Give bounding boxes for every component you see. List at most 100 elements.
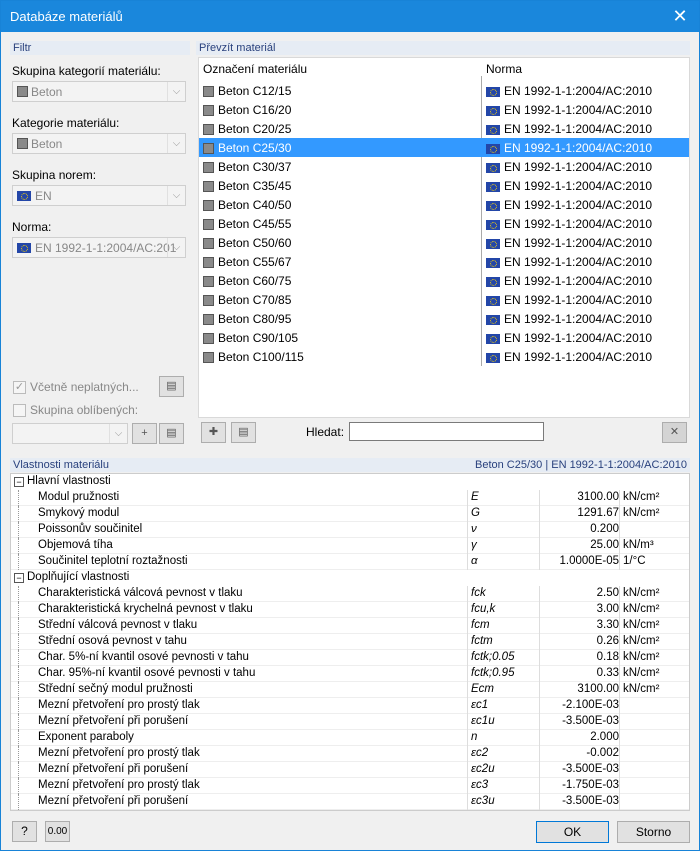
cell-divider <box>467 666 468 682</box>
property-row[interactable]: Mezní přetvoření pro prostý tlak εc3 -1.75… <box>11 778 689 794</box>
material-row[interactable]: Beton C16/20 EN 1992-1-1:2004/AC:2010 <box>199 100 689 119</box>
material-row[interactable]: Beton C20/25 EN 1992-1-1:2004/AC:2010 <box>199 119 689 138</box>
material-norm-text: EN 1992-1-1:2004/AC:2010 <box>504 141 653 155</box>
property-row[interactable]: Objemová tíha γ 25.00 kN/m³ <box>11 538 689 554</box>
material-row[interactable]: Beton C55/67 EN 1992-1-1:2004/AC:2010 <box>199 252 689 271</box>
property-row[interactable]: Mezní přetvoření pro prostý tlak εc2 -0.00… <box>11 746 689 762</box>
property-row[interactable]: Charakteristická válcová pevnost v tlaku… <box>11 586 689 602</box>
color-swatch-icon <box>203 314 214 326</box>
collapse-icon[interactable]: − <box>14 573 24 583</box>
property-section[interactable]: − Doplňující vlastnosti <box>11 570 689 586</box>
material-row[interactable]: Beton C30/37 EN 1992-1-1:2004/AC:2010 <box>199 157 689 176</box>
property-value: 1.0000E-05 <box>559 555 619 567</box>
material-norm: EN 1992-1-1:2004/AC:2010 <box>486 331 652 345</box>
tree-line <box>18 618 19 634</box>
material-row[interactable]: Beton C100/115 EN 1992-1-1:2004/AC:2010 <box>199 347 689 366</box>
property-symbol: α <box>471 555 478 567</box>
property-row[interactable]: Mezní přetvoření při porušení εc1u -3.500E… <box>11 714 689 730</box>
property-name: Exponent paraboly <box>38 731 134 743</box>
search-input[interactable] <box>349 422 544 441</box>
color-swatch-icon <box>203 105 214 117</box>
cell-divider <box>467 506 468 522</box>
property-name: Mezní přetvoření pro prostý tlak <box>38 699 200 711</box>
col-header-name[interactable]: Označení materiálu <box>203 62 307 76</box>
property-unit: kN/cm² <box>623 587 660 599</box>
favorites-checkbox[interactable] <box>13 404 26 417</box>
material-name: Beton C50/60 <box>203 236 291 250</box>
new-favorite-button[interactable]: + <box>132 423 157 444</box>
material-name-text: Beton C55/67 <box>218 255 292 269</box>
material-row[interactable]: Beton C50/60 EN 1992-1-1:2004/AC:2010 <box>199 233 689 252</box>
property-row[interactable]: Střední sečný modul pružnosti Ecm 3100.00 k… <box>11 682 689 698</box>
property-row[interactable]: Mezní přetvoření při porušení εc3u -3.500E… <box>11 794 689 810</box>
material-row[interactable]: Beton C90/105 EN 1992-1-1:2004/AC:2010 <box>199 328 689 347</box>
property-row[interactable]: Střední válcová pevnost v tlaku fcm 3.30 kN… <box>11 618 689 634</box>
property-row[interactable]: Poissonův součinitel ν 0.200 <box>11 522 689 538</box>
property-row[interactable]: Mezní přetvoření pro prostý tlak εc1 -2.10… <box>11 698 689 714</box>
material-row[interactable]: Beton C60/75 EN 1992-1-1:2004/AC:2010 <box>199 271 689 290</box>
tree-line <box>18 522 19 538</box>
eu-flag-icon <box>486 295 500 306</box>
property-row[interactable]: Char. 5%-ní kvantil osové pevnosti v tah… <box>11 650 689 666</box>
chevron-down-icon: ⌵ <box>167 238 185 257</box>
property-name: Mezní přetvoření pro prostý tlak <box>38 747 200 759</box>
collapse-icon[interactable]: − <box>14 477 24 487</box>
cell-divider <box>619 586 620 602</box>
color-swatch-icon <box>203 200 214 212</box>
material-row[interactable]: Beton C70/85 EN 1992-1-1:2004/AC:2010 <box>199 290 689 309</box>
material-row[interactable]: Beton C40/50 EN 1992-1-1:2004/AC:2010 <box>199 195 689 214</box>
material-name-text: Beton C70/85 <box>218 293 292 307</box>
material-category-select[interactable]: Beton ⌵ <box>12 133 186 154</box>
cell-divider <box>539 586 540 602</box>
edit-favorite-button[interactable]: ▤ <box>159 423 184 444</box>
cell-divider <box>539 634 540 650</box>
units-button[interactable]: 0.00 <box>45 821 70 842</box>
col-header-norm[interactable]: Norma <box>486 62 522 76</box>
eu-flag-icon <box>486 352 500 363</box>
cell-divider <box>539 506 540 522</box>
property-row[interactable]: Exponent paraboly n 2.000 <box>11 730 689 746</box>
material-name: Beton C100/115 <box>203 350 304 364</box>
material-name-text: Beton C100/115 <box>218 350 304 364</box>
material-row[interactable]: Beton C45/55 EN 1992-1-1:2004/AC:2010 <box>199 214 689 233</box>
edit-material-button[interactable]: ▤ <box>231 422 256 443</box>
favorites-select[interactable]: ⌵ <box>12 423 128 444</box>
norm-group-select[interactable]: EN ⌵ <box>12 185 186 206</box>
property-row[interactable]: Char. 95%-ní kvantil osové pevnosti v ta… <box>11 666 689 682</box>
property-row[interactable]: Střední osová pevnost v tahu fctm 0.26 kN/c… <box>11 634 689 650</box>
property-row[interactable]: Mezní přetvoření při porušení εc2u -3.500E… <box>11 762 689 778</box>
include-invalid-checkbox[interactable]: ✓ <box>13 381 26 394</box>
help-button[interactable]: ? <box>12 821 37 842</box>
material-group-value: Beton <box>31 85 63 99</box>
filter-settings-button[interactable]: ▤ <box>159 376 184 397</box>
material-list[interactable]: Označení materiálu Norma Beton C12/15 EN … <box>198 57 690 418</box>
material-name: Beton C16/20 <box>203 103 291 117</box>
cell-divider <box>539 762 540 778</box>
clear-filter-button[interactable]: ✕ <box>662 422 687 443</box>
property-row[interactable]: Smykový modul G 1291.67 kN/cm² <box>11 506 689 522</box>
material-row[interactable]: Beton C80/95 EN 1992-1-1:2004/AC:2010 <box>199 309 689 328</box>
property-row[interactable]: Charakteristická krychelná pevnost v tla… <box>11 602 689 618</box>
property-unit: kN/cm² <box>623 651 660 663</box>
ok-button[interactable]: OK <box>536 821 609 843</box>
material-row[interactable]: Beton C25/30 EN 1992-1-1:2004/AC:2010 <box>199 138 689 157</box>
material-name: Beton C40/50 <box>203 198 291 212</box>
new-material-button[interactable]: ✚ <box>201 422 226 443</box>
material-group-select[interactable]: Beton ⌵ <box>12 81 186 102</box>
property-row[interactable]: Modul pružnosti E 3100.00 kN/cm² <box>11 490 689 506</box>
cell-divider <box>619 682 620 698</box>
norm-select[interactable]: EN 1992-1-1:2004/AC:201 ⌵ <box>12 237 186 258</box>
property-section[interactable]: − Hlavní vlastnosti <box>11 474 689 490</box>
material-norm: EN 1992-1-1:2004/AC:2010 <box>486 103 652 117</box>
property-name: Poissonův součinitel <box>38 523 143 535</box>
close-icon[interactable]: ✕ <box>669 5 691 27</box>
property-row[interactable]: Součinitel teplotní roztažnosti α 1.0000E-… <box>11 554 689 570</box>
cancel-button[interactable]: Storno <box>617 821 690 843</box>
tree-line <box>18 538 19 554</box>
property-value: -1.750E-03 <box>562 779 619 791</box>
material-row[interactable]: Beton C35/45 EN 1992-1-1:2004/AC:2010 <box>199 176 689 195</box>
material-norm: EN 1992-1-1:2004/AC:2010 <box>486 312 652 326</box>
material-name-text: Beton C50/60 <box>218 236 292 250</box>
material-row[interactable]: Beton C12/15 EN 1992-1-1:2004/AC:2010 <box>199 81 689 100</box>
tree-line <box>18 634 19 650</box>
